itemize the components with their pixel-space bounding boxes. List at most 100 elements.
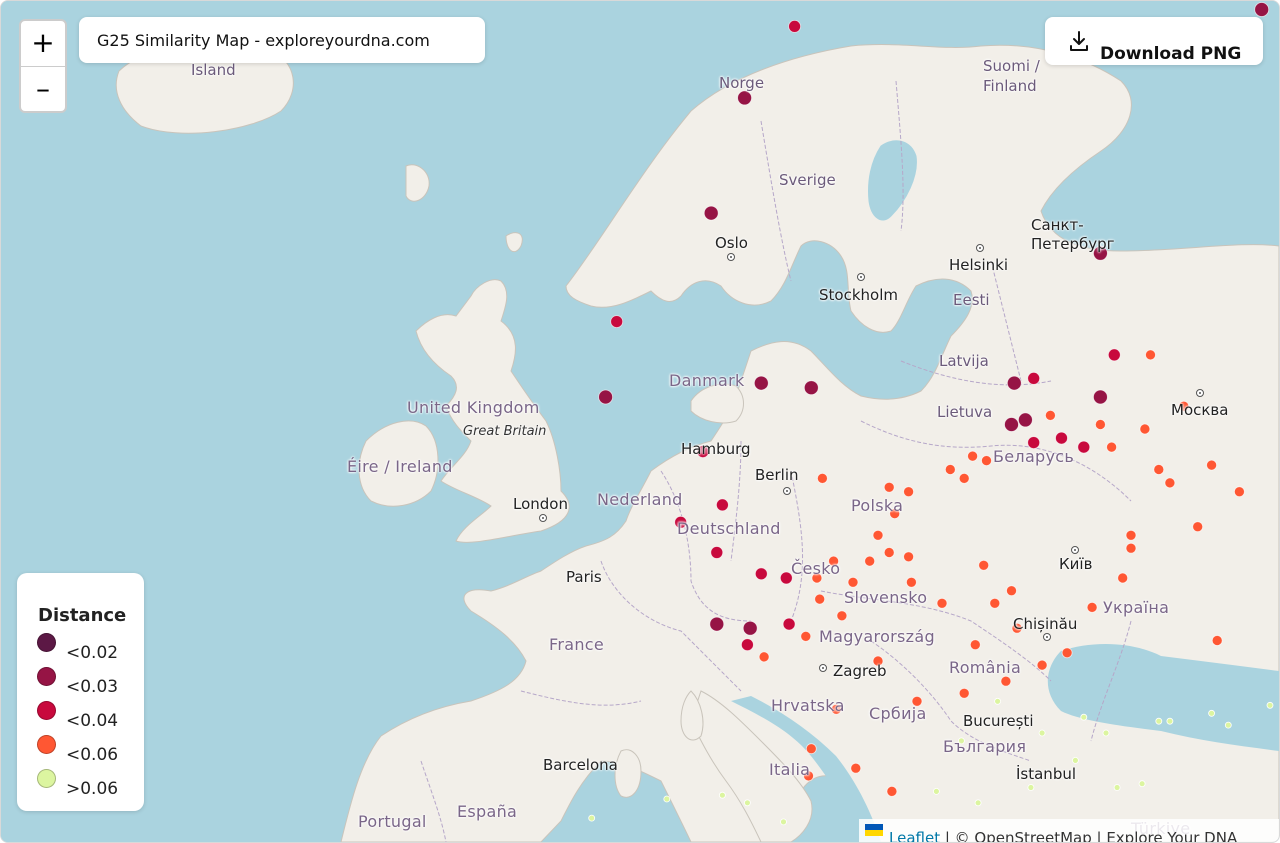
sample-marker[interactable]: [889, 508, 901, 519]
sample-marker[interactable]: [1117, 572, 1129, 584]
sample-marker[interactable]: [1011, 622, 1023, 634]
sample-marker[interactable]: [814, 593, 826, 605]
sample-marker[interactable]: [883, 547, 895, 558]
sample-marker[interactable]: [911, 695, 923, 707]
sample-marker[interactable]: [1027, 784, 1035, 791]
sample-marker[interactable]: [598, 389, 613, 405]
sample-marker[interactable]: [958, 472, 970, 484]
sample-marker[interactable]: [981, 455, 992, 467]
sample-marker[interactable]: [1072, 757, 1079, 764]
sample-marker[interactable]: [1266, 701, 1274, 709]
sample-marker[interactable]: [1164, 477, 1176, 489]
sample-marker[interactable]: [674, 515, 688, 529]
leaflet-link[interactable]: Leaflet: [889, 829, 940, 842]
sample-marker[interactable]: [1153, 464, 1165, 475]
sample-marker[interactable]: [906, 576, 917, 588]
sample-marker[interactable]: [994, 697, 1001, 705]
sample-marker[interactable]: [782, 617, 796, 631]
sample-marker[interactable]: [828, 555, 839, 567]
sample-marker[interactable]: [779, 571, 793, 585]
sample-marker[interactable]: [872, 655, 884, 667]
sample-marker[interactable]: [958, 737, 965, 745]
sample-marker[interactable]: [944, 464, 956, 475]
sample-marker[interactable]: [1224, 721, 1232, 729]
sample-marker[interactable]: [800, 631, 812, 642]
sample-marker[interactable]: [1061, 647, 1073, 659]
sample-marker[interactable]: [936, 597, 948, 609]
sample-marker[interactable]: [588, 814, 596, 822]
sample-marker[interactable]: [1113, 784, 1121, 791]
sample-marker[interactable]: [850, 762, 862, 774]
sample-marker[interactable]: [1027, 371, 1041, 385]
sample-marker[interactable]: [1077, 440, 1091, 454]
sample-marker[interactable]: [1086, 602, 1098, 613]
zoom-out-button[interactable]: –: [21, 66, 65, 112]
sample-marker[interactable]: [1018, 412, 1033, 428]
sample-marker[interactable]: [1004, 417, 1019, 432]
sample-marker[interactable]: [1093, 245, 1108, 261]
sample-marker[interactable]: [719, 791, 726, 799]
sample-marker[interactable]: [696, 445, 710, 459]
sample-marker[interactable]: [741, 638, 754, 652]
sample-marker[interactable]: [742, 620, 758, 636]
sample-marker[interactable]: [1138, 780, 1146, 788]
sample-marker[interactable]: [1107, 348, 1121, 362]
sample-marker[interactable]: [805, 743, 817, 755]
zoom-in-button[interactable]: +: [21, 21, 65, 66]
sample-marker[interactable]: [811, 572, 823, 584]
sample-marker[interactable]: [1055, 431, 1068, 445]
sample-marker[interactable]: [1080, 713, 1088, 721]
sample-marker[interactable]: [737, 90, 752, 106]
sample-marker[interactable]: [1208, 709, 1215, 717]
sample-marker[interactable]: [610, 315, 624, 329]
sample-marker[interactable]: [974, 799, 982, 807]
sample-marker[interactable]: [958, 687, 970, 699]
sample-marker[interactable]: [803, 770, 814, 782]
sample-marker[interactable]: [978, 559, 990, 571]
sample-marker[interactable]: [709, 616, 725, 632]
sample-marker[interactable]: [903, 551, 914, 563]
sample-marker[interactable]: [1206, 459, 1217, 471]
download-png-button[interactable]: Download PNG: [1045, 17, 1263, 65]
sample-marker[interactable]: [1045, 409, 1056, 421]
sample-marker[interactable]: [967, 450, 978, 462]
sample-marker[interactable]: [788, 19, 801, 33]
sample-marker[interactable]: [830, 703, 842, 715]
sample-marker[interactable]: [1125, 542, 1137, 554]
sample-marker[interactable]: [663, 795, 671, 803]
sample-marker[interactable]: [1178, 400, 1190, 412]
sample-marker[interactable]: [1027, 436, 1041, 450]
sample-marker[interactable]: [1106, 441, 1117, 453]
sample-marker[interactable]: [1125, 529, 1137, 541]
sample-marker[interactable]: [716, 498, 729, 512]
sample-marker[interactable]: [864, 555, 876, 567]
sample-marker[interactable]: [1006, 375, 1022, 391]
sample-marker[interactable]: [1139, 423, 1151, 435]
sample-marker[interactable]: [1000, 675, 1012, 687]
sample-marker[interactable]: [903, 486, 914, 498]
sample-marker[interactable]: [780, 818, 787, 826]
sample-marker[interactable]: [1234, 486, 1245, 498]
sample-marker[interactable]: [1254, 2, 1270, 17]
sample-marker[interactable]: [1038, 729, 1046, 737]
sample-marker[interactable]: [1155, 717, 1163, 725]
sample-marker[interactable]: [933, 788, 940, 795]
sample-marker[interactable]: [886, 786, 898, 797]
sample-marker[interactable]: [836, 610, 848, 622]
sample-marker[interactable]: [1166, 717, 1174, 725]
sample-marker[interactable]: [754, 567, 768, 581]
sample-marker[interactable]: [703, 205, 719, 221]
sample-marker[interactable]: [803, 380, 819, 396]
sample-marker[interactable]: [1095, 419, 1106, 430]
sample-marker[interactable]: [1211, 635, 1223, 646]
sample-marker[interactable]: [753, 375, 769, 391]
sample-marker[interactable]: [1145, 349, 1156, 361]
sample-marker[interactable]: [872, 529, 884, 541]
sample-marker[interactable]: [1093, 389, 1108, 405]
sample-marker[interactable]: [1036, 659, 1048, 671]
sample-marker[interactable]: [883, 481, 895, 493]
sample-marker[interactable]: [1006, 585, 1017, 597]
sample-marker[interactable]: [989, 597, 1001, 609]
sample-marker[interactable]: [817, 472, 828, 484]
sample-marker[interactable]: [847, 576, 859, 588]
